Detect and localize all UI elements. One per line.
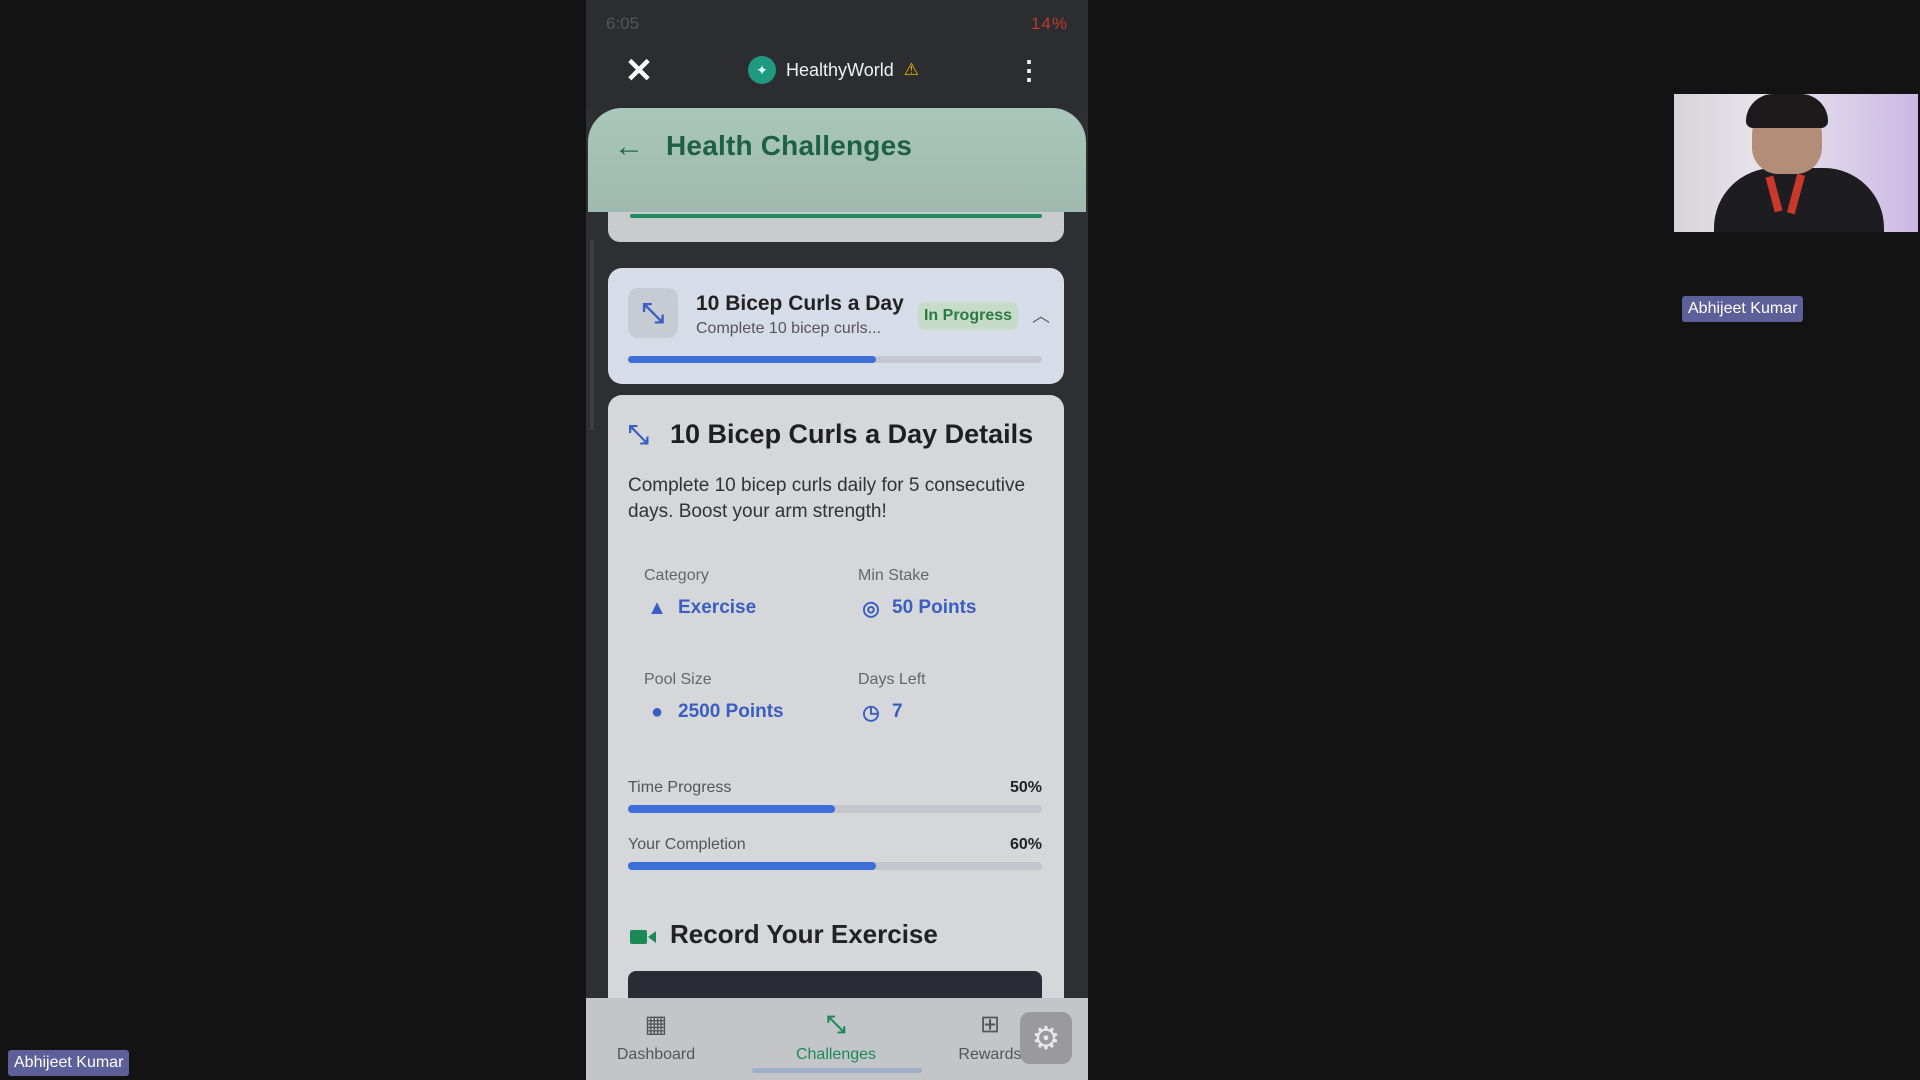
more-menu-icon[interactable]: ⋮ bbox=[1016, 56, 1042, 86]
pool-size-value: 2500 Points bbox=[678, 701, 784, 722]
close-icon[interactable]: ✕ bbox=[622, 54, 656, 88]
previous-card-progress bbox=[630, 214, 1042, 218]
scrollbar[interactable] bbox=[590, 240, 594, 430]
time-progress-fill bbox=[628, 805, 835, 813]
stat-pool-size: Pool Size ● 2500 Points bbox=[644, 671, 784, 725]
stat-value-row: ▲ Exercise bbox=[644, 595, 756, 621]
stat-value-row: ◷ 7 bbox=[858, 699, 926, 725]
site-logo-icon: ✦ bbox=[748, 56, 776, 84]
participant-video bbox=[1674, 94, 1918, 232]
challenge-progress-fill bbox=[628, 356, 877, 363]
status-badge: In Progress bbox=[918, 302, 1018, 330]
completion-percent: 60% bbox=[1009, 836, 1042, 853]
piggy-bank-icon: ● bbox=[650, 700, 664, 723]
stat-label: Days Left bbox=[858, 671, 926, 688]
stat-value-row: ◎ 50 Points bbox=[858, 595, 976, 621]
warning-icon[interactable]: ⚠ bbox=[904, 60, 919, 80]
stat-min-stake: Min Stake ◎ 50 Points bbox=[858, 567, 976, 621]
browser-bar: ✕ ✦ HealthyWorld ⚠ ⋮ bbox=[586, 46, 1088, 98]
days-left-value: 7 bbox=[892, 701, 903, 722]
stat-label: Category bbox=[644, 567, 709, 584]
details-title: 10 Bicep Curls a Day Details bbox=[670, 419, 1034, 449]
nav-challenges[interactable]: ⤡ Challenges bbox=[766, 1010, 906, 1064]
chevron-up-icon[interactable]: ︿ bbox=[1032, 302, 1050, 328]
nav-dashboard[interactable]: ▦ Dashboard bbox=[586, 1010, 726, 1064]
stat-label: Pool Size bbox=[644, 671, 712, 688]
shapes-icon: ▲ bbox=[647, 596, 667, 619]
dumbbell-icon: ⤡ bbox=[826, 1011, 846, 1038]
app-header: ← Health Challenges bbox=[588, 108, 1086, 212]
shared-phone-screen: 6:05 14% ✕ ✦ HealthyWorld ⚠ ⋮ ← Health C… bbox=[586, 0, 1088, 1080]
status-time: 6:05 bbox=[606, 14, 640, 33]
meeting-stage: 6:05 14% ✕ ✦ HealthyWorld ⚠ ⋮ ← Health C… bbox=[0, 0, 1920, 1080]
completion-fill bbox=[628, 862, 877, 870]
time-progress-label: Time Progress bbox=[628, 779, 732, 796]
video-camera-icon bbox=[630, 930, 656, 944]
dumbbell-icon: ⤡ bbox=[628, 288, 678, 338]
min-stake-value: 50 Points bbox=[892, 597, 977, 618]
time-progress-percent: 50% bbox=[1009, 779, 1042, 796]
back-arrow-icon[interactable]: ← bbox=[614, 132, 644, 162]
settings-gear-icon[interactable]: ⚙ bbox=[1020, 1012, 1072, 1064]
status-battery: 14% bbox=[1030, 14, 1068, 33]
stat-days-left: Days Left ◷ 7 bbox=[858, 671, 926, 725]
participant-hair bbox=[1746, 94, 1828, 128]
site-title: ✦ HealthyWorld ⚠ bbox=[748, 56, 919, 84]
nav-challenges-label: Challenges bbox=[795, 1046, 877, 1063]
nav-dashboard-label: Dashboard bbox=[616, 1046, 696, 1063]
details-description: Complete 10 bicep curls daily for 5 cons… bbox=[628, 475, 1026, 522]
details-card: ⤡ 10 Bicep Curls a Day Details Complete … bbox=[608, 395, 1064, 1015]
challenge-name: 10 Bicep Curls a Day bbox=[696, 292, 904, 315]
challenge-card[interactable]: ⤡ 10 Bicep Curls a Day Complete 10 bicep… bbox=[608, 268, 1064, 384]
time-progress-track bbox=[628, 805, 1042, 813]
completion-progress: Your Completion 60% bbox=[628, 836, 1042, 870]
app-content: ← Health Challenges ⤡ 10 Bicep Curls a D… bbox=[586, 108, 1088, 1015]
stat-label: Min Stake bbox=[858, 567, 930, 584]
challenge-subtitle: Complete 10 bicep curls... bbox=[696, 320, 881, 337]
completion-track bbox=[628, 862, 1042, 870]
nav-active-indicator bbox=[752, 1068, 922, 1073]
self-name-tag: Abhijeet Kumar bbox=[8, 1050, 130, 1076]
time-progress: Time Progress 50% bbox=[628, 779, 1042, 813]
participant-name-tag: Abhijeet Kumar bbox=[1682, 296, 1804, 322]
stat-value-row: ● 2500 Points bbox=[644, 699, 784, 725]
status-bar: 6:05 14% bbox=[586, 0, 1088, 46]
page-title: Health Challenges bbox=[666, 130, 913, 161]
dumbbell-icon: ⤡ bbox=[628, 419, 649, 449]
dashboard-icon: ▦ bbox=[644, 1011, 668, 1038]
bottom-nav: ▦ Dashboard ⤡ Challenges ⊞ Rewards ⚙ bbox=[586, 998, 1088, 1080]
coins-icon: ◎ bbox=[862, 597, 880, 620]
nav-rewards-label: Rewards bbox=[958, 1046, 1022, 1063]
site-title-text: HealthyWorld bbox=[786, 59, 894, 80]
previous-card-edge bbox=[608, 212, 1064, 242]
challenge-progress-track bbox=[628, 356, 1042, 363]
clock-icon: ◷ bbox=[862, 701, 880, 724]
completion-label: Your Completion bbox=[628, 836, 746, 853]
stat-category: Category ▲ Exercise bbox=[644, 567, 756, 621]
record-title: Record Your Exercise bbox=[670, 919, 938, 949]
category-value: Exercise bbox=[678, 597, 757, 618]
